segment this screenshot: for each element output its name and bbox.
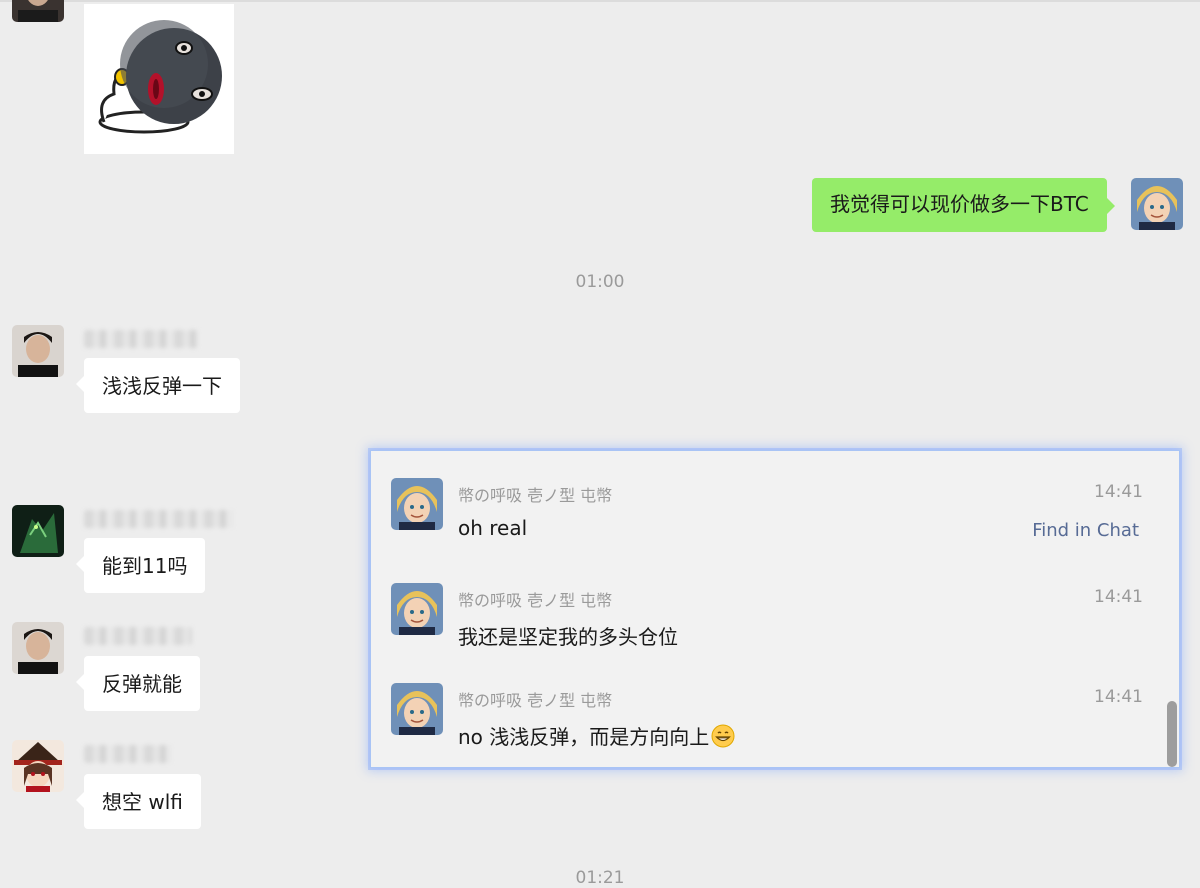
avatar-anime-boy xyxy=(391,683,443,735)
search-results-popup[interactable]: 幣の呼吸 壱ノ型 屯幣 14:41 oh real Find in Chat 幣… xyxy=(370,450,1180,768)
sender-name-blurred xyxy=(84,330,199,348)
timestamp: 01:00 xyxy=(575,272,625,292)
result-message-text: no 浅浅反弹，而是方向向上 xyxy=(458,725,710,749)
avatar-person-photo[interactable] xyxy=(12,622,64,674)
sender-name-blurred xyxy=(84,510,234,528)
message-bubble[interactable]: 浅浅反弹一下 xyxy=(76,358,240,413)
avatar-green-character[interactable] xyxy=(12,505,64,557)
grinning-face-emoji-icon xyxy=(711,724,735,748)
avatar-anime-boy xyxy=(391,583,443,635)
message-text: 浅浅反弹一下 xyxy=(102,374,222,398)
message-bubble[interactable]: 能到11吗 xyxy=(75,538,206,593)
sender-name-blurred xyxy=(84,627,192,645)
sticker-image[interactable] xyxy=(84,4,234,154)
avatar-anime-witch[interactable] xyxy=(12,740,64,792)
result-sender-name: 幣の呼吸 壱ノ型 屯幣 xyxy=(458,691,613,710)
message-text: 反弹就能 xyxy=(102,672,182,696)
my-message-text: 我觉得可以现价做多一下BTC xyxy=(830,192,1089,216)
result-time: 14:41 xyxy=(1094,482,1143,502)
timestamp: 01:21 xyxy=(575,868,625,888)
my-message-bubble[interactable]: 我觉得可以现价做多一下BTC xyxy=(812,178,1115,232)
message-bubble[interactable]: 反弹就能 xyxy=(76,656,200,711)
window-top-border xyxy=(0,0,1200,2)
sender-name-blurred xyxy=(84,745,172,763)
message-text: 想空 wlfi xyxy=(102,790,183,814)
result-sender-name: 幣の呼吸 壱ノ型 屯幣 xyxy=(458,486,613,505)
search-result-item[interactable]: 幣の呼吸 壱ノ型 屯幣 14:41 我还是坚定我的多头仓位 xyxy=(371,583,1161,675)
avatar-anime-boy xyxy=(391,478,443,530)
result-time: 14:41 xyxy=(1094,587,1143,607)
message-bubble[interactable]: 想空 wlfi xyxy=(76,774,201,829)
my-avatar[interactable] xyxy=(1131,178,1183,230)
avatar-person-photo[interactable] xyxy=(12,0,64,22)
result-time: 14:41 xyxy=(1094,687,1143,707)
find-in-chat-link[interactable]: Find in Chat xyxy=(1032,520,1139,541)
result-message-text: 我还是坚定我的多头仓位 xyxy=(458,625,678,649)
result-message-line: no 浅浅反弹，而是方向向上 xyxy=(458,721,735,750)
popup-scrollbar[interactable] xyxy=(1167,701,1177,767)
message-text: 能到11吗 xyxy=(102,554,188,578)
result-message-text: oh real xyxy=(458,516,528,540)
search-result-item[interactable]: 幣の呼吸 壱ノ型 屯幣 14:41 no 浅浅反弹，而是方向向上 xyxy=(371,683,1161,767)
ball-head-sticker-icon xyxy=(98,20,222,134)
result-sender-name: 幣の呼吸 壱ノ型 屯幣 xyxy=(458,591,613,610)
avatar-person-photo[interactable] xyxy=(12,325,64,377)
search-result-item[interactable]: 幣の呼吸 壱ノ型 屯幣 14:41 oh real Find in Chat xyxy=(371,478,1161,570)
